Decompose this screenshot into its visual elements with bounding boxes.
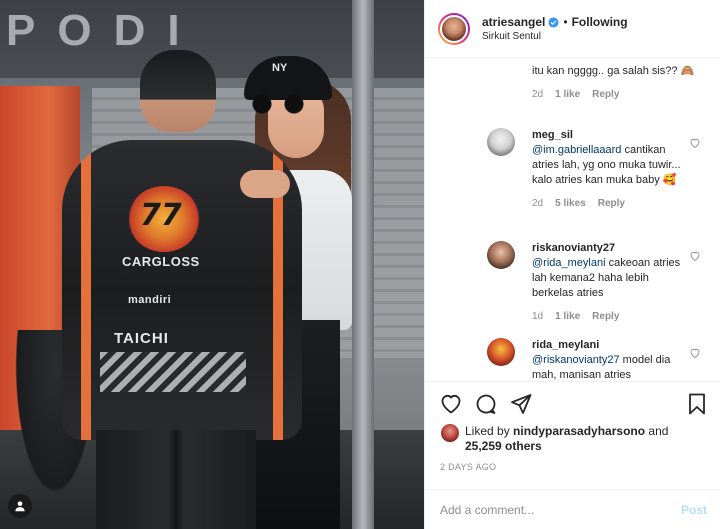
suit-sponsor-3: TAICHI (114, 330, 169, 347)
liked-by-user[interactable]: nindyparasadyharsono (513, 424, 645, 438)
comment-body: rida_meylani @riskanovianty27 model dia … (532, 338, 692, 381)
tagged-user-icon[interactable] (8, 494, 32, 518)
share-paper-plane-icon[interactable] (509, 392, 533, 416)
comment-mention[interactable]: @rida_meylani (532, 257, 606, 269)
metal-pole (352, 0, 374, 529)
comment-bubble-icon[interactable] (474, 392, 498, 416)
comment-tail: itu kan ngggg.. ga salah sis?? 🙈 2d 1 li… (532, 64, 702, 102)
comment-age: 2d (532, 89, 544, 100)
liked-by-and: and (645, 424, 669, 438)
verified-badge-icon (548, 16, 559, 28)
like-comment-heart-icon[interactable] (689, 137, 701, 149)
comment-tail-meta: 2d 1 like Reply (532, 87, 702, 102)
reply-button[interactable]: Reply (592, 309, 619, 324)
like-comment-heart-icon[interactable] (689, 250, 701, 262)
post-location[interactable]: Sirkuit Sentul (482, 31, 628, 42)
author-avatar-image (440, 14, 468, 43)
likes-summary: Liked by nindyparasadyharsono and 25,259… (441, 424, 668, 454)
author-avatar[interactable] (438, 12, 470, 45)
comment-username[interactable]: riskanovianty27 (532, 241, 692, 256)
post-comment-button[interactable]: Post (681, 503, 707, 517)
like-heart-icon[interactable] (439, 392, 463, 416)
comment-username[interactable]: meg_sil (532, 128, 692, 143)
comment-meta: 2d 5 likes Reply (532, 196, 692, 211)
comment-meta: 1d 1 like Reply (532, 309, 692, 324)
comment-age: 2d (532, 198, 544, 209)
reply-button[interactable]: Reply (598, 196, 625, 211)
woman-hand (240, 170, 290, 198)
suit-number: 77 (140, 198, 182, 233)
action-icons (439, 392, 544, 416)
comment-likes[interactable]: 5 likes (555, 196, 586, 211)
add-comment-bar: Post (425, 489, 720, 529)
suit-sponsor-1: CARGLOSS (122, 254, 200, 269)
comment-likes[interactable]: 1 like (555, 309, 580, 324)
suit-sponsor-2: mandiri (128, 294, 172, 306)
cap-logo: NY (272, 62, 288, 74)
post-actions: Liked by nindyparasadyharsono and 25,259… (425, 381, 720, 529)
sunglasses (250, 94, 310, 114)
comment-mention[interactable]: @im.gabriellaaard (532, 144, 621, 156)
post-date[interactable]: 2 DAYS AGO (440, 462, 496, 472)
comment-likes[interactable]: 1 like (555, 87, 580, 102)
comment-avatar[interactable] (487, 128, 515, 156)
liker-avatar[interactable] (441, 424, 459, 442)
separator-dot: • (563, 15, 568, 29)
comment-avatar[interactable] (487, 338, 515, 366)
comments-list[interactable]: itu kan ngggg.. ga salah sis?? 🙈 2d 1 li… (425, 58, 720, 381)
like-comment-heart-icon[interactable] (689, 347, 701, 359)
banner-text: PODI (6, 6, 202, 55)
comment-username[interactable]: rida_meylani (532, 338, 692, 353)
author-meta: atriesangel • Following Sirkuit Sentul (482, 15, 628, 42)
post-header: atriesangel • Following Sirkuit Sentul (425, 0, 720, 58)
liked-by-prefix: Liked by (465, 424, 514, 438)
post-photo[interactable]: PODI NY 77 CARGLOSS mandiri TAICHI (0, 0, 424, 529)
reply-button[interactable]: Reply (592, 87, 619, 102)
comment-tail-text: itu kan ngggg.. ga salah sis?? 🙈 (532, 65, 695, 77)
author-username[interactable]: atriesangel (482, 15, 545, 29)
suit-stripe (100, 352, 246, 392)
comment-avatar[interactable] (487, 241, 515, 269)
author-line: atriesangel • Following (482, 15, 628, 29)
post-sidebar: atriesangel • Following Sirkuit Sentul i… (424, 0, 720, 529)
likes-others-count[interactable]: 25,259 others (465, 439, 542, 453)
following-button[interactable]: Following (572, 15, 628, 29)
rider-head (140, 50, 216, 132)
suit-number-logo: 77 (128, 186, 200, 252)
comment-body: riskanovianty27 @rida_meylani cakeoan at… (532, 241, 692, 324)
likes-text: Liked by nindyparasadyharsono and 25,259… (465, 424, 668, 454)
person-icon (15, 501, 25, 512)
comment-age: 1d (532, 311, 544, 322)
comment-mention[interactable]: @riskanovianty27 (532, 354, 620, 366)
rider-legs (96, 430, 256, 529)
comment-body: meg_sil @im.gabriellaaard cantikan atrie… (532, 128, 692, 211)
bookmark-icon[interactable] (685, 392, 709, 416)
comment-input[interactable] (440, 503, 650, 517)
